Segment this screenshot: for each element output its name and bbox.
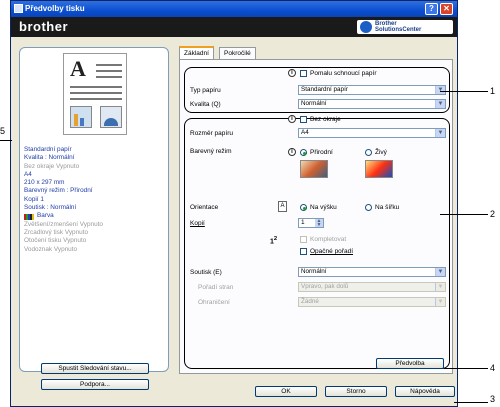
summary-copies: Kopií 1 [24, 195, 44, 203]
callout-line-4 [444, 368, 488, 369]
stepper-arrows-icon[interactable]: ▲ ▼ [315, 219, 323, 228]
landscape-label: Na šířku [375, 204, 400, 211]
natural-label: Přirodní [310, 149, 333, 156]
solutions-center-line2: SolutionsCenter [375, 27, 422, 33]
callout-line-1 [440, 91, 488, 92]
summary-color: Barva [37, 212, 54, 220]
orientation-label: Orientace [190, 204, 219, 211]
multipage-label: Soutisk (E) [190, 269, 222, 276]
summary-paper-size: A4 [24, 170, 32, 178]
chevron-down-icon: ▼ [435, 100, 445, 108]
quality-label: Kvalita (Q) [190, 101, 221, 108]
settings-summary: Standardní papír Kvalita : Normální Bez … [24, 146, 164, 254]
close-button[interactable]: ✕ [440, 3, 453, 15]
tab-advanced[interactable]: Pokročilé [219, 47, 256, 59]
paper-size-select[interactable]: A4 ▼ [298, 128, 446, 138]
info-icon[interactable]: i [288, 148, 296, 156]
summary-watermark: Vodoznak Vypnuto [24, 245, 78, 253]
collate-icon: 12 [270, 236, 278, 246]
chevron-down-icon: ▼ [435, 283, 445, 291]
summary-dimensions: 210 x 297 mm [24, 179, 65, 187]
summary-color-mode: Barevný režim : Přirodní [24, 187, 93, 195]
callout-2: 2 [490, 209, 496, 219]
summary-multipage: Soutisk : Normální [24, 204, 77, 212]
paper-size-label: Rozměr papíru [190, 130, 233, 137]
page-order-label: Pořadí stran [198, 284, 234, 291]
reverse-order-checkbox[interactable] [300, 248, 307, 255]
collate-label: Kompletovat [310, 236, 347, 243]
color-mode-label: Barevný režim [190, 148, 232, 155]
help-title-button[interactable]: ? [425, 3, 438, 15]
callout-5: 5 [0, 126, 6, 136]
vivid-preview-image [365, 160, 393, 178]
chevron-down-icon: ▼ [435, 298, 445, 306]
info-icon[interactable]: i [288, 115, 296, 123]
chevron-down-icon: ▼ [435, 129, 445, 137]
paper-type-select[interactable]: Standardní papír ▼ [298, 85, 446, 95]
collate-checkbox[interactable] [300, 236, 307, 243]
callout-4: 4 [490, 363, 496, 373]
basic-tab-panel: i Pomalu schnoucí papír Typ papíru Stand… [179, 59, 453, 374]
solutions-center-icon [360, 21, 372, 33]
copies-label: Kopií [190, 220, 205, 227]
borderless-label: Bez okraje [310, 116, 341, 123]
slow-drying-label: Pomalu schnoucí papír [310, 70, 377, 77]
summary-paper-type: Standardní papír [24, 146, 72, 153]
page-order-select[interactable]: Vpravo, pak dolů ▼ [298, 282, 446, 292]
cancel-button[interactable]: Storno [325, 386, 387, 397]
ok-button[interactable]: OK [255, 386, 317, 397]
border-select[interactable]: Žádné ▼ [298, 297, 446, 307]
color-bars-icon [24, 213, 34, 220]
tab-basic[interactable]: Základní [179, 46, 214, 59]
copies-stepper[interactable]: 1 ▲ ▼ [298, 218, 324, 228]
chevron-down-icon: ▼ [435, 268, 445, 276]
multipage-select[interactable]: Normální ▼ [298, 267, 446, 277]
chevron-down-icon: ▼ [435, 86, 445, 94]
vivid-label: Živý [375, 149, 387, 156]
portrait-radio[interactable] [300, 204, 307, 211]
border-label: Ohraničení [198, 299, 230, 306]
quality-select[interactable]: Normální ▼ [298, 99, 446, 109]
help-button[interactable]: Nápověda [395, 386, 455, 397]
summary-quality: Kvalita : Normální [24, 154, 75, 162]
summary-scaling: Zvětšení/zmenšení Vypnuto [24, 220, 103, 228]
brand-bar: brother Brother SolutionsCenter [11, 17, 457, 37]
landscape-radio[interactable] [365, 204, 372, 211]
callout-line-5 [0, 140, 12, 141]
page-preview: A [63, 53, 127, 135]
vivid-radio[interactable] [365, 149, 372, 156]
portrait-label: Na výšku [310, 204, 337, 211]
printer-icon [14, 4, 23, 13]
callout-3: 3 [490, 394, 496, 404]
natural-radio[interactable] [300, 149, 307, 156]
settings-preview-panel: A Standardní papír Kvalita : Normální Be… [19, 47, 169, 372]
callout-line-3 [454, 402, 488, 403]
brother-logo: brother [19, 19, 68, 34]
window-title: Předvolby tisku [25, 4, 85, 13]
print-preferences-window: Předvolby tisku ? ✕ brother Brother Solu… [10, 0, 458, 407]
paper-type-label: Typ papíru [190, 87, 221, 94]
status-monitor-button[interactable]: Spustit Sledování stavu... [41, 363, 149, 374]
solutions-center-link[interactable]: Brother SolutionsCenter [357, 20, 453, 34]
portrait-page-icon: A [278, 201, 287, 212]
default-button[interactable]: Předvolba [376, 358, 444, 369]
summary-rotation: Otočení tisku Vypnuto [24, 237, 87, 245]
support-button[interactable]: Podpora... [41, 379, 149, 390]
preview-letter-glyph: A [70, 56, 86, 81]
summary-mirror: Zrcadlový tisk Vypnuto [24, 228, 89, 236]
borderless-checkbox[interactable] [300, 116, 307, 123]
callout-line-2 [440, 214, 488, 215]
info-icon[interactable]: i [288, 69, 296, 77]
title-bar: Předvolby tisku ? ✕ [11, 1, 457, 17]
reverse-order-label: Opačné pořadí [310, 248, 354, 255]
natural-preview-image [300, 160, 328, 178]
callout-1: 1 [490, 86, 496, 96]
summary-borderless: Bez okraje Vypnuto [24, 162, 80, 170]
slow-drying-checkbox[interactable] [300, 70, 307, 77]
